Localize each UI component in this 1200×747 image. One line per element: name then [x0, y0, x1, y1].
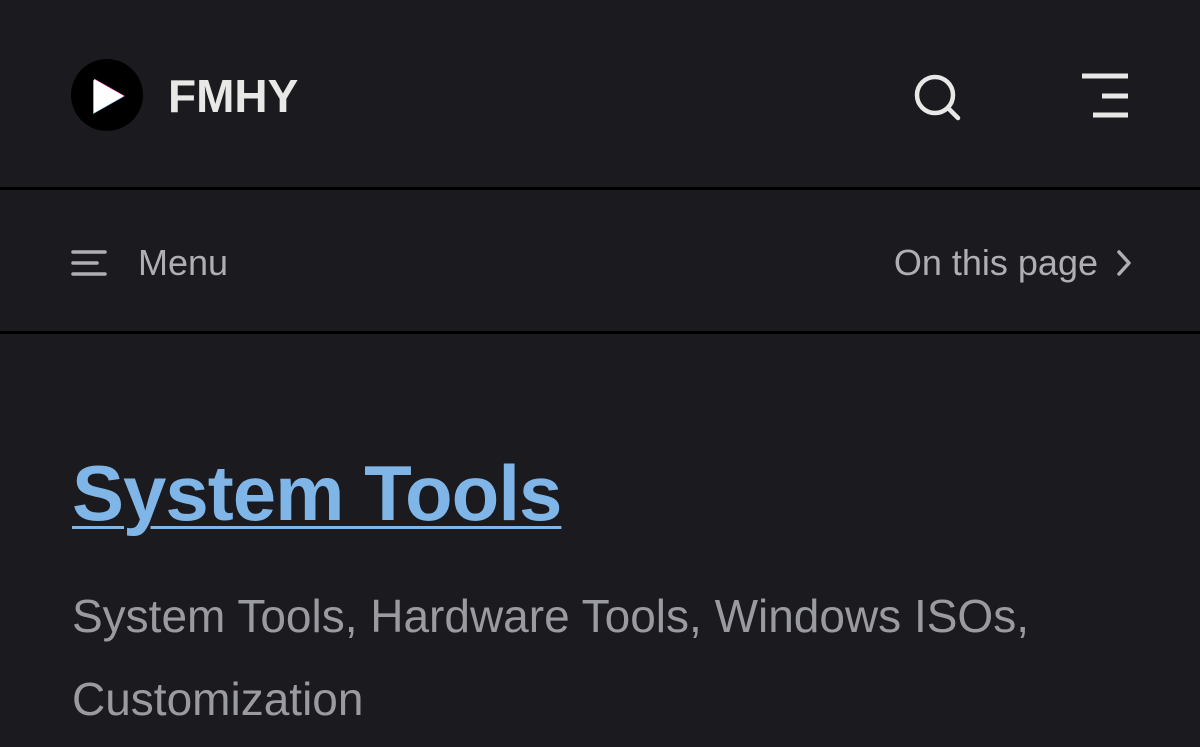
- on-this-page-button[interactable]: On this page: [894, 237, 1134, 289]
- sidebar-menu-button[interactable]: Menu: [70, 237, 228, 289]
- play-logo-icon[interactable]: [71, 59, 143, 131]
- top-navbar: FMHY: [0, 0, 1200, 190]
- page: FMHY Menu On this page System Tools Syst…: [0, 0, 1200, 747]
- hamburger-icon: [71, 250, 107, 276]
- menu-label: Menu: [138, 242, 229, 283]
- site-title[interactable]: FMHY: [168, 66, 298, 126]
- on-this-page-label: On this page: [893, 242, 1098, 283]
- page-title-link[interactable]: System Tools: [72, 448, 562, 538]
- page-description: System Tools, Hardware Tools, Windows IS…: [72, 590, 1029, 725]
- menu-lines-icon[interactable]: [1076, 70, 1134, 122]
- search-icon[interactable]: [908, 68, 966, 126]
- local-nav-bar: Menu On this page: [0, 193, 1200, 334]
- chevron-right-icon: [1117, 250, 1131, 276]
